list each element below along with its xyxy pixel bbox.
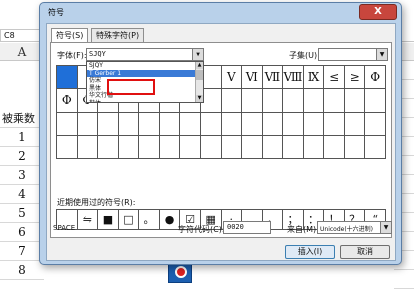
cancel-button[interactable]: 取消 [340, 245, 390, 259]
symbol-dialog: 符号 X 符号(S) 特殊字符(P) 字体(F): SJQY ▼ 子集(U): … [39, 2, 402, 265]
symbol-cell[interactable] [242, 89, 263, 113]
symbol-cell[interactable] [98, 135, 119, 159]
recent-symbol-cell[interactable]: □ [118, 210, 140, 230]
symbol-cell[interactable] [242, 135, 263, 159]
font-option-highlighted[interactable]: T Gerber 1 [87, 69, 203, 78]
symbol-cell[interactable] [303, 89, 325, 113]
symbol-cell[interactable] [324, 89, 345, 113]
symbol-cell[interactable] [344, 89, 366, 113]
symbol-cell[interactable] [221, 135, 243, 159]
from-label: 来自(M): [287, 225, 319, 234]
symbol-cell[interactable] [262, 89, 284, 113]
close-button[interactable]: X [359, 4, 397, 20]
font-select-value: SJQY [89, 50, 106, 58]
symbol-cell[interactable]: Ⅵ [242, 66, 263, 90]
chevron-down-icon[interactable]: ▼ [376, 49, 387, 60]
font-label: 字体(F): [57, 51, 87, 60]
symbol-cell[interactable] [221, 89, 243, 113]
symbol-cell[interactable] [159, 135, 181, 159]
symbol-cell[interactable] [57, 112, 78, 136]
character-code-input[interactable]: 0020 [223, 221, 271, 234]
symbol-cell-selected[interactable] [57, 66, 78, 90]
symbol-cell[interactable] [139, 112, 160, 136]
symbol-cell[interactable]: Φ [365, 66, 386, 90]
scroll-up-icon[interactable]: ▲ [196, 62, 203, 69]
symbol-cell[interactable]: ≤ [324, 66, 345, 90]
symbol-cell[interactable] [344, 112, 366, 136]
cell-row-value[interactable]: 2 [0, 147, 44, 166]
subset-label: 子集(U): [289, 51, 320, 60]
tab-symbols[interactable]: 符号(S) [51, 28, 89, 43]
symbol-cell[interactable] [303, 112, 325, 136]
cell-row-value[interactable]: 6 [0, 223, 44, 242]
recent-symbol-cell[interactable]: ⇋ [77, 210, 99, 230]
symbol-cell[interactable] [118, 135, 140, 159]
symbol-cell[interactable]: Ⅶ [262, 66, 284, 90]
recent-symbols-label: 近期使用过的符号(R): [57, 198, 136, 207]
cell-header[interactable]: 被乘数 [0, 109, 44, 128]
symbol-cell[interactable]: ≥ [344, 66, 366, 90]
chevron-down-icon[interactable]: ▼ [380, 222, 391, 233]
symbol-cell[interactable] [324, 135, 345, 159]
symbol-cell[interactable] [283, 89, 304, 113]
symbol-cell[interactable]: Ⅷ [283, 66, 304, 90]
symbol-cell[interactable] [221, 112, 243, 136]
symbol-cell[interactable] [365, 112, 386, 136]
symbol-cell[interactable] [283, 112, 304, 136]
subset-select[interactable]: ▼ [318, 48, 388, 61]
font-option[interactable]: 楷体 [87, 100, 203, 102]
cell-row-value[interactable]: 4 [0, 185, 44, 204]
symbol-cell[interactable] [262, 112, 284, 136]
symbol-cell[interactable] [324, 112, 345, 136]
cell-row-value[interactable]: 5 [0, 204, 44, 223]
symbol-cell[interactable] [139, 135, 160, 159]
symbol-cell[interactable] [200, 135, 222, 159]
cell-row-value[interactable]: 3 [0, 166, 44, 185]
cell-row-value[interactable]: 8 [0, 261, 44, 280]
symbol-cell[interactable] [180, 135, 201, 159]
highlight-annotation-box [107, 79, 155, 95]
character-code-label: 字符代码(C): [178, 225, 225, 234]
cell-row-value[interactable]: 1 [0, 128, 44, 147]
column-header-a[interactable]: A [0, 43, 44, 61]
cell-row-value[interactable]: 7 [0, 242, 44, 261]
dialog-body: 符号(S) 特殊字符(P) 字体(F): SJQY ▼ 子集(U): ▼ ⅤⅥⅦ… [46, 23, 396, 261]
recent-symbol-cell[interactable]: ■ [98, 210, 119, 230]
character-name: SPACE [53, 224, 76, 232]
font-select[interactable]: SJQY ▼ [86, 48, 204, 61]
symbol-cell[interactable] [180, 112, 201, 136]
symbol-cell[interactable] [98, 112, 119, 136]
symbol-cell[interactable] [118, 112, 140, 136]
dropdown-scrollbar[interactable]: ▲ ▼ [195, 62, 203, 102]
chevron-down-icon[interactable]: ▼ [192, 49, 203, 60]
symbol-cell[interactable] [365, 89, 386, 113]
name-box[interactable]: C8 [0, 29, 44, 42]
symbol-cell[interactable] [283, 135, 304, 159]
recent-symbol-cell[interactable]: 。 [139, 210, 160, 230]
insert-button[interactable]: 插入(I) [285, 245, 335, 259]
scroll-thumb[interactable] [196, 70, 203, 80]
from-select[interactable]: Unicode(十六进制) ▼ [317, 221, 392, 234]
symbol-cell[interactable] [344, 135, 366, 159]
symbol-cell[interactable] [77, 112, 99, 136]
dialog-title: 符号 [48, 8, 64, 17]
tab-special-characters[interactable]: 特殊字符(P) [91, 28, 145, 42]
symbol-cell[interactable] [77, 135, 99, 159]
symbol-cell[interactable]: Ⅸ [303, 66, 325, 90]
from-select-value: Unicode(十六进制) [320, 226, 374, 233]
font-option[interactable]: SJQY [87, 62, 203, 70]
symbol-cell[interactable]: Ⅴ [221, 66, 243, 90]
scroll-down-icon[interactable]: ▼ [196, 95, 203, 102]
symbol-cell[interactable] [200, 66, 222, 90]
symbol-cell[interactable] [200, 89, 222, 113]
symbol-cell[interactable] [242, 112, 263, 136]
symbol-cell[interactable]: Φ [57, 89, 78, 113]
symbol-cell[interactable] [159, 112, 181, 136]
symbols-tab-page: 字体(F): SJQY ▼ 子集(U): ▼ ⅤⅥⅦⅧⅨ≤≥ΦΦΦ SJQY T… [50, 42, 392, 238]
symbol-cell[interactable] [200, 112, 222, 136]
symbol-cell[interactable] [365, 135, 386, 159]
symbol-cell[interactable] [57, 135, 78, 159]
symbol-cell[interactable] [262, 135, 284, 159]
symbol-cell[interactable] [303, 135, 325, 159]
